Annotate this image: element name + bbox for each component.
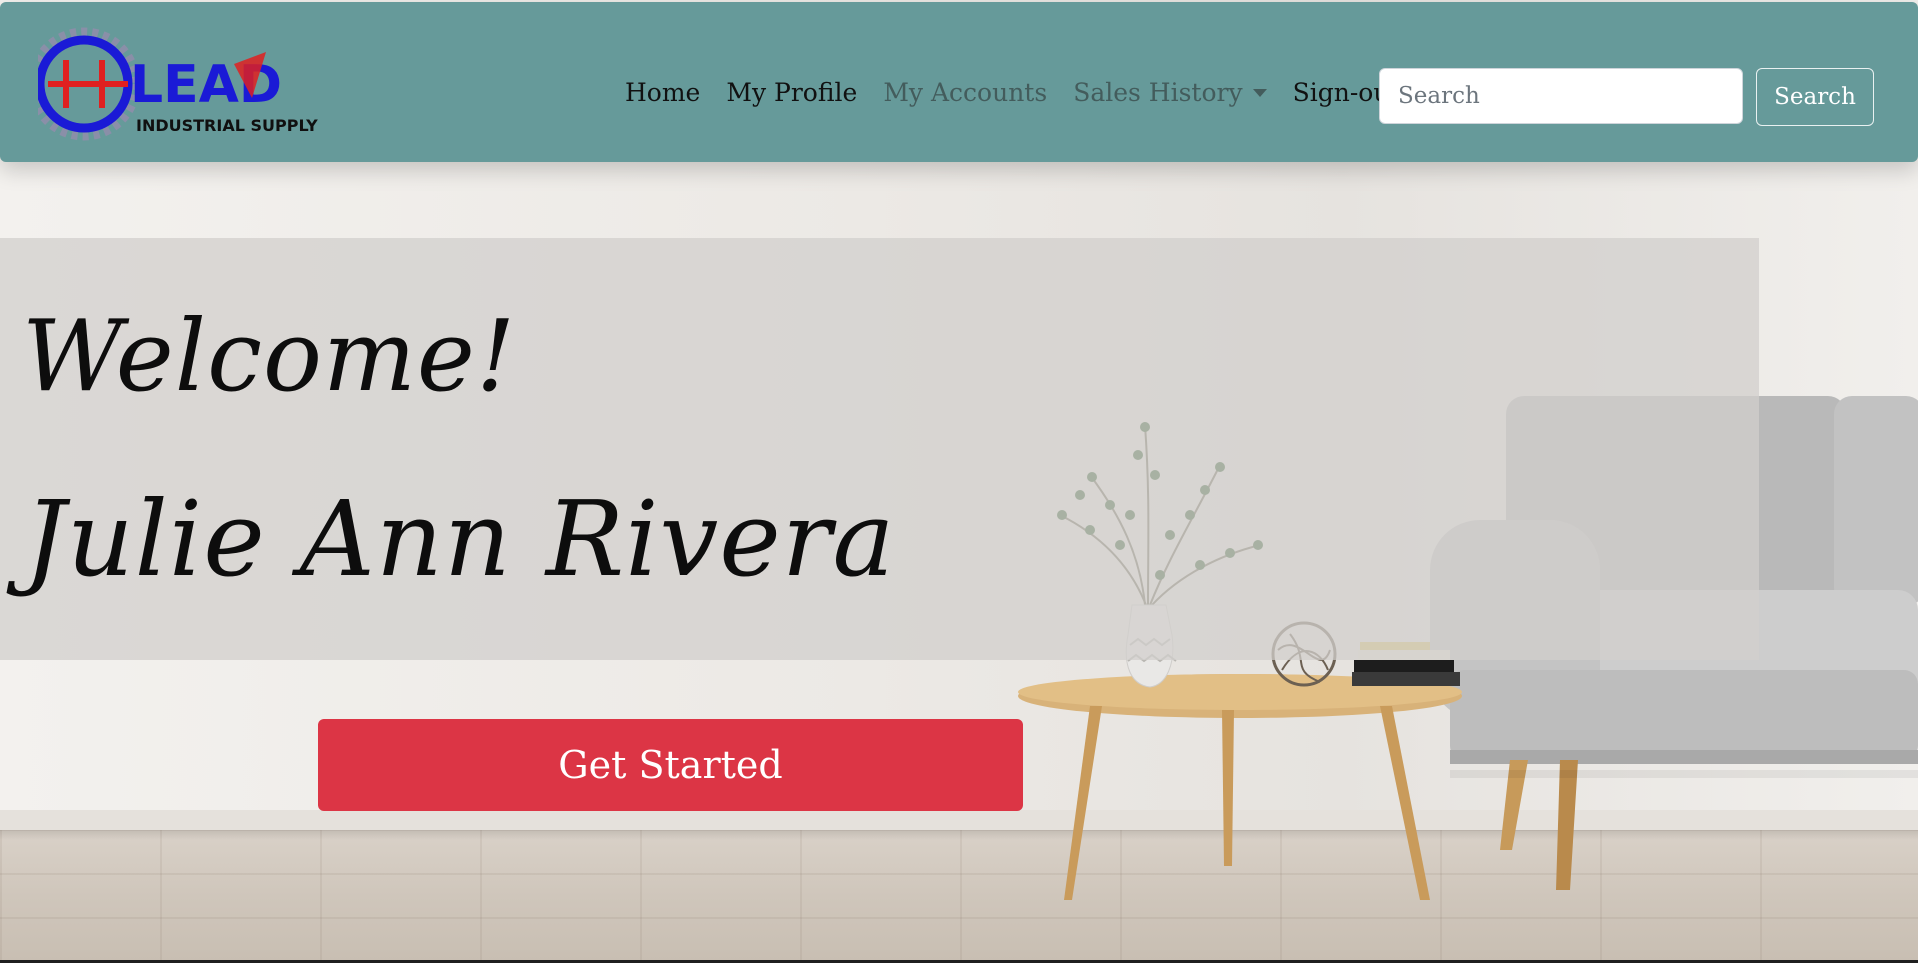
main-nav: Home My Profile My Accounts Sales Histor… — [612, 78, 1412, 107]
user-name-heading: Julie Ann Rivera — [24, 478, 896, 600]
welcome-heading: Welcome! — [22, 300, 517, 414]
top-navbar: LEAD INDUSTRIAL SUPPLY Home My Profile M… — [0, 2, 1918, 162]
nav-my-accounts-link[interactable]: My Accounts — [870, 78, 1060, 107]
nav-home-link[interactable]: Home — [612, 78, 713, 107]
nav-sales-history-dropdown[interactable]: Sales History — [1060, 78, 1279, 107]
nav-sales-history-label: Sales History — [1073, 78, 1243, 107]
search-input[interactable] — [1379, 68, 1743, 124]
chevron-down-icon — [1252, 88, 1267, 97]
logo-subtitle: INDUSTRIAL SUPPLY — [136, 116, 318, 135]
coffee-table-illustration — [1018, 674, 1462, 900]
get-started-button[interactable]: Get Started — [318, 719, 1023, 811]
lead-industrial-supply-logo[interactable]: LEAD INDUSTRIAL SUPPLY — [38, 24, 328, 142]
nav-my-profile-link[interactable]: My Profile — [713, 78, 870, 107]
search-button[interactable]: Search — [1756, 68, 1874, 126]
